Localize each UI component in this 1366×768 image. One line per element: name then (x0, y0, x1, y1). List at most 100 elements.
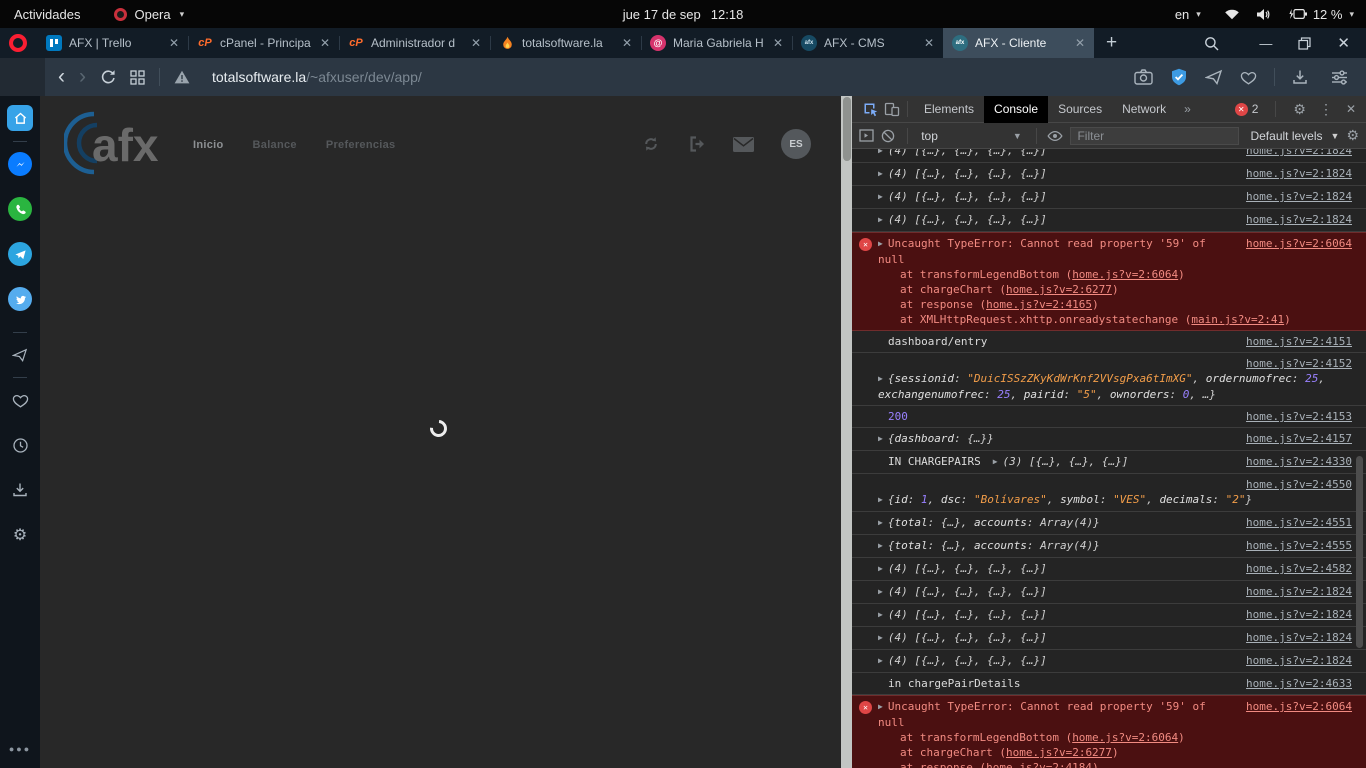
expand-triangle-icon[interactable]: ▶ (878, 653, 883, 668)
console-source-link[interactable]: home.js?v=2:4184 (986, 761, 1092, 768)
devtools-settings-gear-icon[interactable]: ⚙ (1293, 101, 1306, 118)
console-source-link[interactable]: home.js?v=2:4555 (1246, 538, 1352, 553)
sidebar-my-flow-button[interactable] (12, 343, 28, 367)
language-indicator[interactable]: en ▾ (1175, 7, 1201, 22)
volume-icon[interactable] (1255, 8, 1271, 21)
log-levels-select[interactable]: Default levels ▼ (1250, 129, 1339, 143)
expand-triangle-icon[interactable]: ▶ (878, 371, 883, 386)
bookmark-heart-icon[interactable] (1240, 70, 1257, 85)
my-flow-icon[interactable] (1205, 69, 1223, 85)
window-restore-button[interactable] (1298, 37, 1311, 50)
activities-button[interactable]: Actividades (14, 7, 80, 22)
expand-triangle-icon[interactable]: ▶ (878, 431, 883, 446)
page-scrollbar[interactable] (841, 96, 852, 768)
expand-triangle-icon[interactable]: ▶ (878, 236, 883, 251)
window-close-button[interactable]: ✕ (1337, 34, 1350, 52)
more-tabs-button[interactable]: » (1176, 102, 1199, 116)
nav-item-inicio[interactable]: Inicio (193, 139, 224, 151)
expand-triangle-icon[interactable]: ▶ (878, 561, 883, 576)
expand-triangle-icon[interactable]: ▶ (878, 630, 883, 645)
nav-item-balance[interactable]: Balance (253, 139, 297, 151)
sidebar-history-button[interactable] (12, 433, 29, 457)
window-minimize-button[interactable]: — (1259, 36, 1272, 51)
sidebar-speed-dial-button[interactable] (7, 105, 33, 131)
devtools-scrollbar-thumb[interactable] (1356, 456, 1363, 648)
devtools-tab-sources[interactable]: Sources (1048, 96, 1112, 123)
console-source-link[interactable]: home.js?v=2:6064 (1246, 236, 1352, 251)
forward-button[interactable]: › (79, 67, 86, 87)
browser-tab[interactable]: @Maria Gabriela H✕ (641, 28, 792, 58)
battery-indicator[interactable]: 12 % ▾ (1288, 7, 1354, 22)
devtools-kebab-menu-icon[interactable]: ⋮ (1319, 101, 1333, 118)
tab-close-button[interactable]: ✕ (1072, 36, 1088, 50)
clock[interactable]: jue 17 de sep 12:18 (623, 7, 744, 22)
page-scrollbar-thumb[interactable] (843, 97, 851, 161)
expand-triangle-icon[interactable]: ▶ (878, 699, 883, 714)
reload-button[interactable] (100, 69, 116, 85)
tab-close-button[interactable]: ✕ (619, 36, 635, 50)
devtools-tab-network[interactable]: Network (1112, 96, 1176, 123)
console-source-link[interactable]: home.js?v=2:4582 (1246, 561, 1352, 576)
mail-icon[interactable] (733, 137, 754, 152)
inspect-element-icon[interactable] (859, 98, 881, 120)
sidebar-downloads-button[interactable] (12, 478, 28, 502)
console-source-link[interactable]: home.js?v=2:1824 (1246, 149, 1352, 158)
console-source-link[interactable]: home.js?v=2:6277 (1006, 746, 1112, 759)
browser-tab[interactable]: totalsoftware.la✕ (490, 28, 641, 58)
console-source-link[interactable]: home.js?v=2:4153 (1246, 409, 1352, 424)
sidebar-twitter-button[interactable] (8, 287, 32, 311)
tab-close-button[interactable]: ✕ (921, 36, 937, 50)
console-source-link[interactable]: home.js?v=2:1824 (1246, 607, 1352, 622)
nav-item-preferencias[interactable]: Preferencias (326, 139, 396, 151)
expand-triangle-icon[interactable]: ▶ (878, 149, 883, 158)
console-sidebar-toggle-icon[interactable] (859, 125, 874, 147)
sidebar-messenger-button[interactable] (8, 152, 32, 176)
sidebar-bookmarks-button[interactable] (12, 388, 29, 412)
browser-tab[interactable]: afxAFX - Cliente✕ (943, 28, 1094, 58)
logout-button[interactable] (687, 135, 706, 153)
refresh-button[interactable] (642, 135, 660, 153)
expand-triangle-icon[interactable]: ▶ (878, 189, 883, 204)
expand-triangle-icon[interactable]: ▶ (878, 515, 883, 530)
console-source-link[interactable]: home.js?v=2:4151 (1246, 334, 1352, 349)
snapshot-camera-icon[interactable] (1134, 69, 1153, 85)
execution-context-select[interactable]: top ▼ (918, 129, 1025, 143)
expand-triangle-icon[interactable]: ▶ (993, 454, 998, 469)
expand-triangle-icon[interactable]: ▶ (878, 584, 883, 599)
console-source-link[interactable]: home.js?v=2:4152 (1246, 357, 1352, 370)
console-source-link[interactable]: home.js?v=2:6064 (1246, 699, 1352, 714)
sidebar-whatsapp-button[interactable] (8, 197, 32, 221)
console-source-link[interactable]: home.js?v=2:1824 (1246, 584, 1352, 599)
live-expression-eye-icon[interactable] (1047, 125, 1063, 147)
sidebar-more-button[interactable]: ●●● (9, 744, 31, 754)
expand-triangle-icon[interactable]: ▶ (878, 607, 883, 622)
console-source-link[interactable]: home.js?v=2:4551 (1246, 515, 1352, 530)
language-badge[interactable]: ES (781, 129, 811, 159)
console-source-link[interactable]: home.js?v=2:1824 (1246, 653, 1352, 668)
console-source-link[interactable]: home.js?v=2:1824 (1246, 166, 1352, 181)
opera-logo[interactable] (9, 34, 27, 52)
error-counter[interactable]: ✕ 2 (1235, 102, 1259, 116)
console-source-link[interactable]: home.js?v=2:1824 (1246, 630, 1352, 645)
device-toolbar-icon[interactable] (881, 98, 903, 120)
console-source-link[interactable]: home.js?v=2:4165 (986, 298, 1092, 311)
console-source-link[interactable]: home.js?v=2:4550 (1246, 478, 1352, 491)
browser-tab[interactable]: afxAFX - CMS✕ (792, 28, 943, 58)
tab-close-button[interactable]: ✕ (468, 36, 484, 50)
speed-dial-icon[interactable] (130, 70, 145, 85)
downloads-icon[interactable] (1292, 69, 1308, 85)
expand-triangle-icon[interactable]: ▶ (878, 492, 883, 507)
clear-console-icon[interactable] (881, 125, 896, 147)
expand-triangle-icon[interactable]: ▶ (878, 166, 883, 181)
console-settings-gear-icon[interactable]: ⚙ (1346, 127, 1359, 144)
tab-close-button[interactable]: ✕ (770, 36, 786, 50)
url-field[interactable]: totalsoftware.la/~afxuser/dev/app/ (212, 69, 422, 85)
console-source-link[interactable]: home.js?v=2:6064 (1072, 268, 1178, 281)
new-tab-button[interactable]: + (1106, 32, 1117, 54)
sidebar-settings-button[interactable]: ⚙ (13, 523, 27, 547)
site-security-warning-icon[interactable] (174, 70, 190, 84)
browser-tab[interactable]: cPcPanel - Principa✕ (188, 28, 339, 58)
devtools-close-icon[interactable]: ✕ (1346, 102, 1356, 116)
console-source-link[interactable]: main.js?v=2:41 (1191, 313, 1284, 326)
expand-triangle-icon[interactable]: ▶ (878, 538, 883, 553)
